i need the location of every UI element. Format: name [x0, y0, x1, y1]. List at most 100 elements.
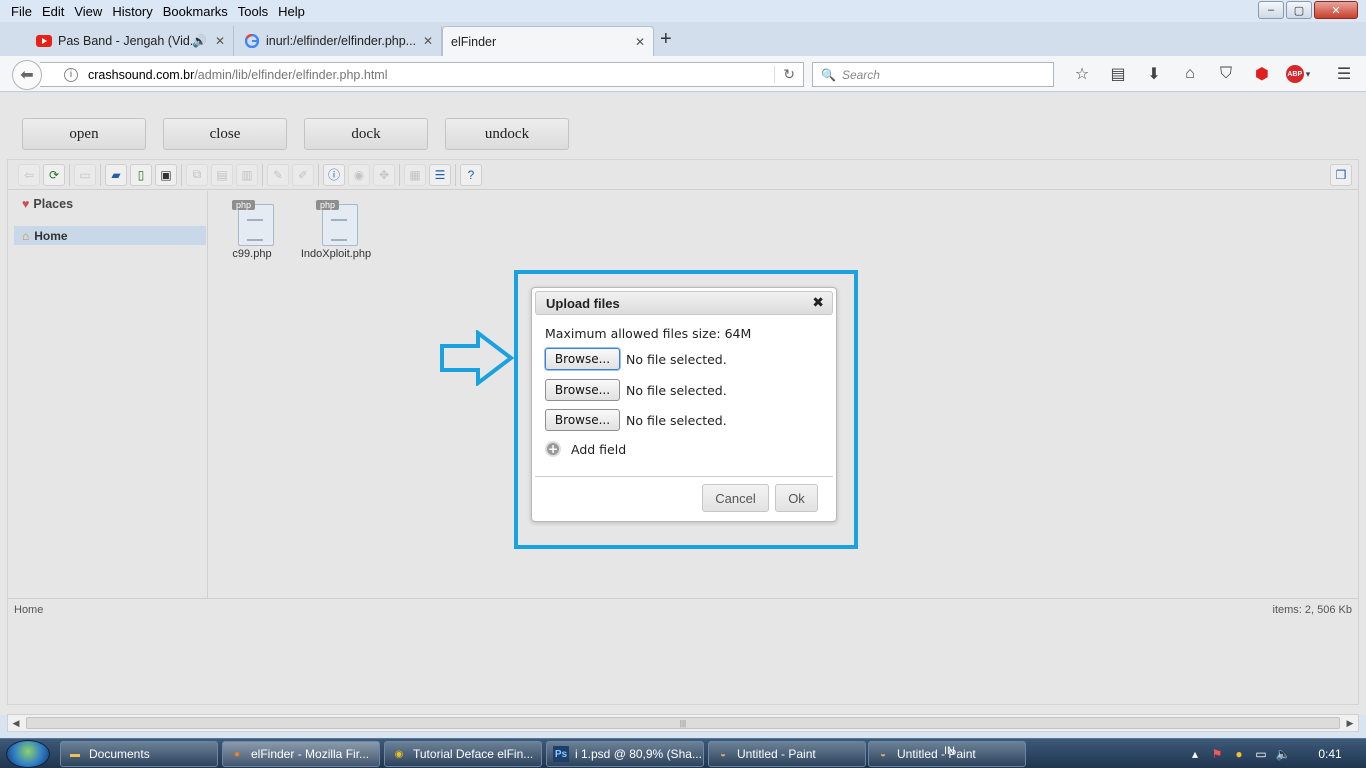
maximize-button[interactable]: ▢ — [1286, 1, 1312, 19]
reading-list-icon[interactable]: ▤ — [1100, 63, 1136, 85]
photoshop-icon: Ps — [553, 746, 569, 762]
close-icon[interactable]: ✖ — [812, 294, 824, 311]
search-input[interactable]: 🔍 Search — [812, 62, 1054, 87]
reload-icon[interactable]: ⟳ — [43, 163, 65, 186]
dialog-titlebar[interactable]: Upload files ✖ — [535, 291, 833, 315]
action-center-icon[interactable]: ⚑ — [1206, 747, 1228, 761]
edit-icon[interactable]: ✐ — [292, 163, 314, 186]
taskbar-item-documents[interactable]: ▬ Documents — [60, 741, 218, 767]
close-icon[interactable]: ✕ — [635, 35, 645, 49]
php-file-icon: php — [232, 200, 274, 246]
dock-button[interactable]: dock — [304, 118, 428, 150]
preview-icon[interactable]: ◉ — [348, 163, 370, 186]
minimize-button[interactable]: – — [1258, 1, 1284, 19]
php-file-icon: php — [316, 200, 358, 246]
menu-tools[interactable]: Tools — [233, 4, 273, 19]
menu-bookmarks[interactable]: Bookmarks — [158, 4, 233, 19]
update-icon[interactable]: ● — [1228, 747, 1250, 761]
paste-icon[interactable]: ▤ — [211, 163, 233, 186]
file-status: No file selected. — [626, 412, 727, 428]
start-button[interactable] — [6, 740, 50, 768]
tab-elfinder[interactable]: elFinder ✕ — [442, 26, 654, 56]
speaker-icon[interactable]: 🔊 — [192, 34, 207, 48]
menu-file[interactable]: File — [6, 4, 37, 19]
file-item-indoxploit[interactable]: php IndoXploit.php — [296, 200, 376, 260]
taskbar-label: i 1.psd @ 80,9% (Sha... — [575, 747, 702, 761]
rename-icon[interactable]: ✎ — [267, 163, 289, 186]
file-status: No file selected. — [626, 351, 727, 367]
places-header[interactable]: ♥ Places — [22, 197, 73, 211]
delete-icon[interactable]: ▥ — [236, 163, 258, 186]
page-button-row: open close dock undock — [22, 118, 569, 150]
undock-button[interactable]: undock — [445, 118, 569, 150]
menu-history[interactable]: History — [107, 4, 157, 19]
close-icon[interactable]: ✕ — [423, 34, 433, 48]
url-bar[interactable]: i crashsound.com.br/admin/lib/elfinder/e… — [40, 62, 804, 87]
menu-view[interactable]: View — [69, 4, 107, 19]
toolbar-icons: ☆ ▤ ⬇ ⌂ ⛉ ⬢ ABP ▾ ☰ — [1064, 63, 1362, 85]
addon-shield-icon[interactable]: ⬢ — [1244, 63, 1280, 85]
upload-icon[interactable]: ▣ — [155, 163, 177, 186]
tab-label: elFinder — [451, 34, 497, 49]
new-tab-button[interactable]: + — [660, 28, 672, 51]
scroll-thumb[interactable]: ||| — [26, 717, 1340, 729]
new-folder-icon[interactable]: ▰ — [105, 163, 127, 186]
info-icon[interactable]: i — [64, 67, 78, 82]
browse-button[interactable]: Browse... — [545, 409, 620, 431]
tab-label: Pas Band - Jengah (Vid... — [58, 34, 201, 48]
back-button[interactable]: ⬅ — [12, 60, 42, 90]
resize-icon[interactable]: ✥ — [373, 163, 395, 186]
elfinder-statusbar: Home items: 2, 506 Kb — [8, 598, 1358, 620]
new-file-icon[interactable]: ▯ — [130, 163, 152, 186]
tab-bar: Pas Band - Jengah (Vid... 🔊 ✕ inurl:/elf… — [0, 22, 1366, 56]
browse-button[interactable]: Browse... — [545, 379, 620, 401]
open-folder-icon[interactable]: ▭ — [74, 163, 96, 186]
show-hidden-icons-icon[interactable]: ▴ — [1184, 747, 1206, 761]
fullscreen-icon[interactable]: ❐ — [1330, 164, 1352, 186]
cancel-button[interactable]: Cancel — [702, 484, 769, 512]
network-icon[interactable]: ▭ — [1250, 747, 1272, 761]
menu-edit[interactable]: Edit — [37, 4, 69, 19]
reload-icon[interactable]: ↻ — [774, 66, 795, 83]
language-indicator[interactable]: IN — [944, 745, 955, 757]
tab-youtube[interactable]: Pas Band - Jengah (Vid... 🔊 ✕ — [28, 26, 234, 56]
search-icon: 🔍 — [821, 67, 836, 82]
taskbar-item-chrome[interactable]: ◉ Tutorial Deface elFin... — [384, 741, 542, 767]
list-view-icon[interactable]: ☰ — [429, 163, 451, 186]
file-name: c99.php — [232, 248, 272, 260]
menu-help[interactable]: Help — [273, 4, 310, 19]
open-button[interactable]: open — [22, 118, 146, 150]
help-icon[interactable]: ? — [460, 163, 482, 186]
back-icon[interactable]: ⇦ — [18, 163, 40, 186]
download-icon[interactable]: ⬇ — [1136, 63, 1172, 85]
home-icon[interactable]: ⌂ — [1172, 63, 1208, 85]
firefox-icon: ● — [233, 748, 241, 760]
taskbar-item-paint-1[interactable]: ◒ Untitled - Paint — [708, 741, 866, 767]
info-icon[interactable]: ⓘ — [323, 163, 345, 186]
add-field-button[interactable]: + Add field — [545, 441, 626, 457]
horizontal-scrollbar[interactable]: ◀ ||| ▶ — [7, 714, 1359, 732]
taskbar-label: elFinder - Mozilla Fir... — [251, 747, 370, 761]
tab-google[interactable]: inurl:/elfinder/elfinder.php... ✕ — [236, 26, 442, 56]
taskbar-item-firefox[interactable]: ● elFinder - Mozilla Fir... — [222, 741, 380, 767]
ok-button[interactable]: Ok — [775, 484, 818, 512]
file-item-c99[interactable]: php c99.php — [212, 200, 292, 260]
hamburger-menu-icon[interactable]: ☰ — [1326, 63, 1362, 85]
volume-icon[interactable]: 🔈 — [1272, 747, 1294, 761]
icon-view-icon[interactable]: ▦ — [404, 163, 426, 186]
scroll-left-icon[interactable]: ◀ — [8, 718, 24, 729]
scroll-right-icon[interactable]: ▶ — [1342, 718, 1358, 729]
taskbar-item-photoshop[interactable]: Ps i 1.psd @ 80,9% (Sha... — [546, 741, 704, 767]
bookmark-star-icon[interactable]: ☆ — [1064, 63, 1100, 85]
pocket-icon[interactable]: ⛉ — [1208, 63, 1244, 85]
sidebar-item-home[interactable]: ⌂ Home — [14, 226, 206, 245]
clock[interactable]: 0:41 — [1294, 747, 1366, 761]
close-icon[interactable]: ✕ — [215, 34, 225, 48]
browse-button[interactable]: Browse... — [545, 348, 620, 370]
home-label: Home — [34, 228, 68, 243]
elfinder-toolbar: ⇦ ⟳ ▭ ▰ ▯ ▣ ⧉ ▤ ▥ ✎ ✐ ⓘ ◉ ✥ ▦ ☰ ? ❐ — [8, 160, 1358, 190]
adblock-icon[interactable]: ABP ▾ — [1280, 63, 1316, 85]
close-button[interactable]: close — [163, 118, 287, 150]
copy-icon[interactable]: ⧉ — [186, 163, 208, 186]
close-window-button[interactable]: ✕ — [1314, 1, 1358, 19]
